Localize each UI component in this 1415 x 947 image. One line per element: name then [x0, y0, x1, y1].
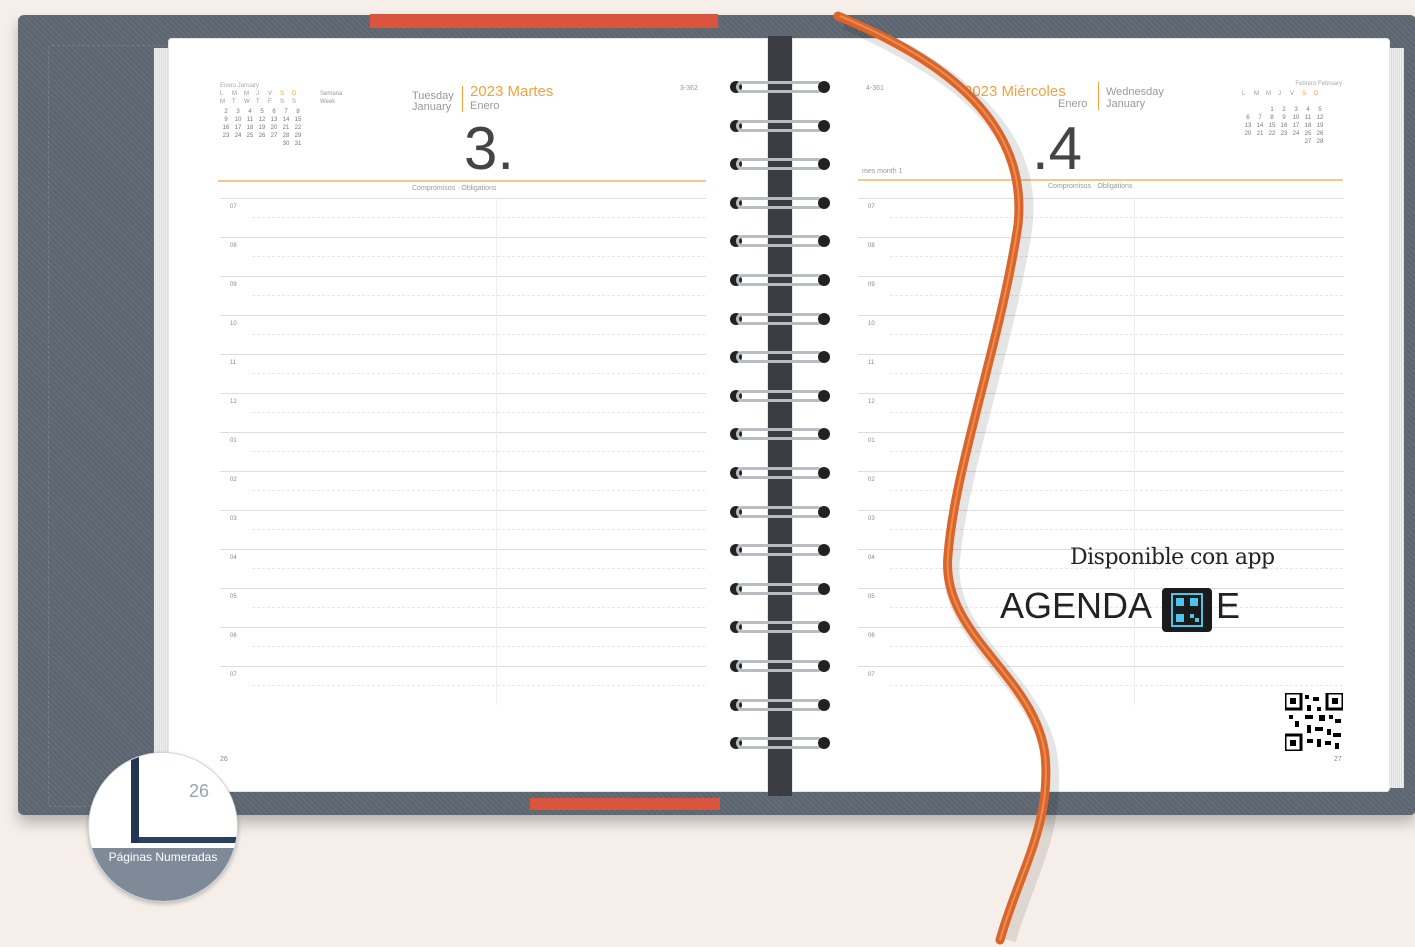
- promo-line: Disponible con app: [1070, 545, 1275, 570]
- badge-label: Páginas Numeradas: [89, 848, 237, 901]
- app-logo-icon: [1162, 588, 1212, 632]
- numbered-pages-badge: 26 Páginas Numeradas: [88, 752, 238, 902]
- badge-page-number: 26: [189, 781, 210, 801]
- qr-logo-icon: [1171, 593, 1203, 627]
- ribbon-shadow: [842, 14, 1060, 943]
- qr-code-icon: [1283, 691, 1345, 753]
- promo-brand-suffix: E: [1216, 585, 1241, 626]
- qr-code: [1283, 691, 1345, 753]
- promo-brand: AGENDA: [1000, 585, 1153, 626]
- badge-page-corner: [131, 753, 237, 843]
- planner-photo: Enero January Semana Week LMMJVSD MTWTFS…: [0, 0, 1415, 947]
